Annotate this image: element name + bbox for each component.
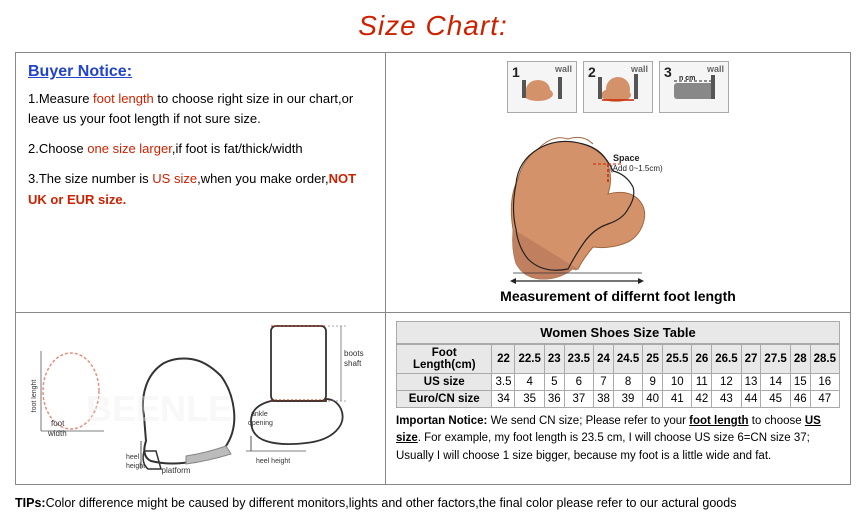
buyer-notice-title: Buyer Notice:	[28, 63, 373, 81]
buyer-point-1: 1.Measure foot length to choose right si…	[28, 89, 373, 129]
svg-text:boots: boots	[344, 349, 364, 358]
table-cell-us: 10	[663, 374, 692, 391]
table-cell-us: 6	[564, 374, 593, 391]
table-header-cell: 28.5	[810, 345, 839, 374]
table-cell-eu: 40	[643, 391, 663, 408]
table-cell-us: 3.5	[492, 374, 515, 391]
svg-text:heel: heel	[126, 454, 140, 461]
table-cell-us: 13	[741, 374, 761, 391]
svg-text:shaft: shaft	[344, 359, 362, 368]
table-cell-us: US size	[397, 374, 492, 391]
table-row-us: US size3.545678910111213141516	[397, 374, 840, 391]
table-cell-us: 5	[544, 374, 564, 391]
important-notice-mid1: to choose	[749, 415, 805, 427]
table-row-eu: Euro/CN size3435363738394041424344454647	[397, 391, 840, 408]
svg-text:platform: platform	[161, 466, 190, 475]
table-cell-eu: 35	[515, 391, 544, 408]
svg-text:BEENLE: BEENLE	[86, 388, 232, 429]
table-cell-eu: 34	[492, 391, 515, 408]
svg-text:height: height	[126, 463, 145, 470]
diagram-caption: Measurement of differnt foot length	[500, 288, 736, 304]
table-header-cell: 28	[790, 345, 810, 374]
table-cell-eu: Euro/CN size	[397, 391, 492, 408]
tips-label: TIPs:	[15, 496, 46, 510]
table-header-cell: 25	[643, 345, 663, 374]
svg-text:foot lenght: foot lenght	[31, 380, 38, 413]
svg-text:Foot length: Foot length	[553, 283, 598, 284]
table-cell-eu: 42	[692, 391, 712, 408]
table-cell-us: 9	[643, 374, 663, 391]
table-cell-us: 7	[594, 374, 614, 391]
table-cell-us: 8	[613, 374, 642, 391]
svg-text:width: width	[47, 429, 67, 438]
table-cell-eu: 43	[712, 391, 741, 408]
table-header-cell: 26	[692, 345, 712, 374]
size-table-title: Women Shoes Size Table	[396, 321, 840, 344]
table-cell-eu: 45	[761, 391, 790, 408]
shoe-diagram-section: foot width foot lenght platform heel hei…	[16, 313, 386, 484]
svg-text:Space: Space	[613, 153, 640, 163]
table-cell-us: 11	[692, 374, 712, 391]
step-box-3: 3 wall n cm	[659, 61, 729, 113]
buyer-notice-section: Buyer Notice: 1.Measure foot length to c…	[16, 53, 386, 313]
page-title: Size Chart:	[15, 10, 851, 42]
svg-text:(Add 0~1.5cm): (Add 0~1.5cm)	[610, 164, 663, 173]
foot-measurement-diagram: Space (Add 0~1.5cm) Foot length Lnsole l…	[396, 119, 840, 284]
svg-text:opening: opening	[248, 420, 273, 427]
table-header-cell: 23.5	[564, 345, 593, 374]
table-cell-eu: 46	[790, 391, 810, 408]
foot-steps: 1 wall 2 wall	[507, 61, 729, 113]
size-table-section: Women Shoes Size Table Foot Length(cm)22…	[386, 313, 850, 484]
table-cell-us: 16	[810, 374, 839, 391]
table-cell-eu: 47	[810, 391, 839, 408]
table-header-cell: 26.5	[712, 345, 741, 374]
table-header-cell: 23	[544, 345, 564, 374]
table-cell-eu: 41	[663, 391, 692, 408]
table-cell-eu: 37	[564, 391, 593, 408]
table-cell-us: 12	[712, 374, 741, 391]
step-box-1: 1 wall	[507, 61, 577, 113]
important-notice-highlight1: foot length	[689, 415, 748, 427]
table-cell-us: 4	[515, 374, 544, 391]
table-header-cell: 22.5	[515, 345, 544, 374]
table-header-cell: Foot Length(cm)	[397, 345, 492, 374]
main-grid: Buyer Notice: 1.Measure foot length to c…	[15, 52, 851, 485]
table-header-cell: 27	[741, 345, 761, 374]
table-cell-eu: 44	[741, 391, 761, 408]
tips-bar: TIPs:Color difference might be caused by…	[15, 493, 851, 513]
table-cell-us: 14	[761, 374, 790, 391]
table-header-cell: 25.5	[663, 345, 692, 374]
buyer-point-3: 3.The size number is US size,when you ma…	[28, 169, 373, 209]
table-header-cell: 24.5	[613, 345, 642, 374]
table-header-cell: 27.5	[761, 345, 790, 374]
table-cell-eu: 38	[594, 391, 614, 408]
tips-text: Color difference might be caused by diff…	[46, 496, 737, 510]
table-cell-us: 15	[790, 374, 810, 391]
size-table: Foot Length(cm)2222.52323.52424.52525.52…	[396, 344, 840, 408]
table-header-cell: 24	[594, 345, 614, 374]
table-header-cell: 22	[492, 345, 515, 374]
svg-text:ankle: ankle	[251, 411, 268, 418]
important-notice: Importan Notice: We send CN size; Please…	[396, 413, 840, 465]
svg-text:foot: foot	[51, 419, 65, 428]
table-header-row: Foot Length(cm)2222.52323.52424.52525.52…	[397, 345, 840, 374]
svg-text:n cm: n cm	[679, 75, 695, 82]
important-notice-title: Importan Notice:	[396, 415, 487, 427]
table-cell-eu: 36	[544, 391, 564, 408]
step-box-2: 2 wall	[583, 61, 653, 113]
diagram-section: 1 wall 2 wall	[386, 53, 850, 313]
important-notice-suffix: . For example, my foot length is 23.5 cm…	[396, 432, 810, 461]
table-cell-eu: 39	[613, 391, 642, 408]
important-notice-text-prefix: We send CN size; Please refer to your	[491, 415, 690, 427]
buyer-point-2: 2.Choose one size larger,if foot is fat/…	[28, 139, 373, 159]
svg-text:heel height: heel height	[256, 458, 290, 465]
